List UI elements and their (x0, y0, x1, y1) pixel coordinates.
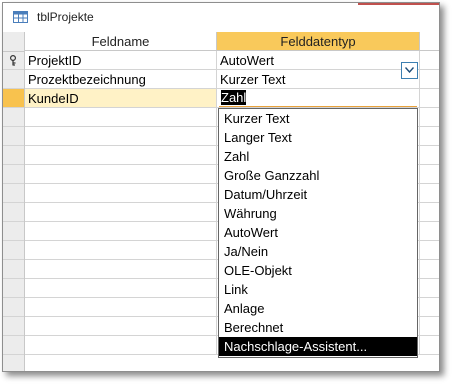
field-name-cell[interactable] (25, 203, 217, 222)
column-header-description[interactable] (420, 32, 439, 51)
description-cell[interactable] (420, 184, 439, 203)
row-selector[interactable] (3, 203, 24, 222)
dropdown-option[interactable]: Ja/Nein (219, 242, 417, 261)
column-header-data-type[interactable]: Felddatentyp (217, 32, 420, 51)
field-name-cell[interactable] (25, 127, 217, 146)
field-name-cell[interactable] (25, 146, 217, 165)
description-cell[interactable] (420, 165, 439, 184)
dropdown-option[interactable]: Kurzer Text (219, 109, 417, 128)
description-cell[interactable] (420, 127, 439, 146)
row-selector[interactable] (3, 51, 24, 70)
field-name-cell[interactable]: Prozektbezeichnung (25, 70, 217, 89)
field-name-cell[interactable] (25, 298, 217, 317)
row-selector[interactable] (3, 317, 24, 336)
description-cell[interactable] (420, 222, 439, 241)
row-selector[interactable] (3, 260, 24, 279)
dropdown-option[interactable]: Große Ganzzahl (219, 166, 417, 185)
field-name-cell[interactable] (25, 165, 217, 184)
description-cell[interactable] (420, 298, 439, 317)
description-cell[interactable] (420, 108, 439, 127)
data-type-cell[interactable]: Kurzer Text (217, 70, 420, 89)
table-design-window: tblProjekte Feldname Felddatentyp Projek… (2, 2, 440, 372)
row-selector[interactable] (3, 127, 24, 146)
dropdown-option[interactable]: Berechnet (219, 318, 417, 337)
dropdown-option[interactable]: Währung (219, 204, 417, 223)
data-type-cell[interactable]: AutoWert (217, 51, 420, 70)
field-name-cell[interactable] (25, 108, 217, 127)
description-cell[interactable] (420, 146, 439, 165)
title-accent-line (358, 3, 439, 5)
description-cell[interactable] (420, 336, 439, 355)
table-icon (13, 11, 28, 23)
description-cell[interactable] (420, 241, 439, 260)
field-name-cell[interactable] (25, 260, 217, 279)
description-cell[interactable] (420, 89, 439, 108)
field-name-cell[interactable] (25, 279, 217, 298)
table-row: Prozektbezeichnung Kurzer Text (25, 70, 439, 89)
data-type-dropdown-list: Kurzer Text Langer Text Zahl Große Ganzz… (218, 108, 418, 358)
dropdown-option[interactable]: AutoWert (219, 223, 417, 242)
table-row: ProjektID AutoWert (25, 51, 439, 70)
row-selector[interactable] (3, 298, 24, 317)
dropdown-option[interactable]: Datum/Uhrzeit (219, 185, 417, 204)
window-title: tblProjekte (37, 10, 94, 24)
column-header-field-name[interactable]: Feldname (25, 32, 217, 51)
description-cell[interactable] (420, 260, 439, 279)
row-selector[interactable] (3, 279, 24, 298)
row-selector[interactable] (3, 108, 24, 127)
chevron-down-icon (405, 67, 414, 73)
dropdown-option[interactable]: Langer Text (219, 128, 417, 147)
dropdown-option[interactable]: Link (219, 280, 417, 299)
field-name-cell[interactable] (25, 222, 217, 241)
dropdown-option-highlighted[interactable]: Nachschlage-Assistent... (219, 337, 417, 356)
primary-key-icon (9, 54, 17, 69)
row-selector[interactable] (3, 146, 24, 165)
row-selector-header[interactable] (3, 32, 24, 52)
data-type-combobox-value: Zahl (221, 90, 247, 105)
description-cell[interactable] (420, 317, 439, 336)
field-name-cell[interactable]: ProjektID (25, 51, 217, 70)
row-selector[interactable] (3, 241, 24, 260)
description-cell[interactable] (420, 279, 439, 298)
row-selector[interactable] (3, 222, 24, 241)
row-selector-column (3, 32, 25, 371)
row-selector[interactable] (3, 336, 24, 355)
field-name-cell[interactable] (25, 184, 217, 203)
row-selector[interactable] (3, 184, 24, 203)
row-selector[interactable] (3, 70, 24, 89)
table-row-current: KundeID Zahl (25, 89, 439, 108)
description-cell[interactable] (420, 203, 439, 222)
dropdown-button[interactable] (401, 62, 418, 79)
field-name-cell[interactable]: KundeID (25, 89, 217, 108)
data-type-combobox[interactable]: Zahl (219, 90, 417, 107)
field-name-cell[interactable] (25, 241, 217, 260)
description-cell[interactable] (420, 70, 439, 89)
title-bar: tblProjekte (3, 3, 439, 32)
row-selector-current[interactable] (3, 89, 24, 108)
field-name-cell[interactable] (25, 317, 217, 336)
row-selector[interactable] (3, 165, 24, 184)
dropdown-option[interactable]: Zahl (219, 147, 417, 166)
dropdown-option[interactable]: OLE-Objekt (219, 261, 417, 280)
field-name-cell[interactable] (25, 336, 217, 355)
description-cell[interactable] (420, 51, 439, 70)
dropdown-option[interactable]: Anlage (219, 299, 417, 318)
